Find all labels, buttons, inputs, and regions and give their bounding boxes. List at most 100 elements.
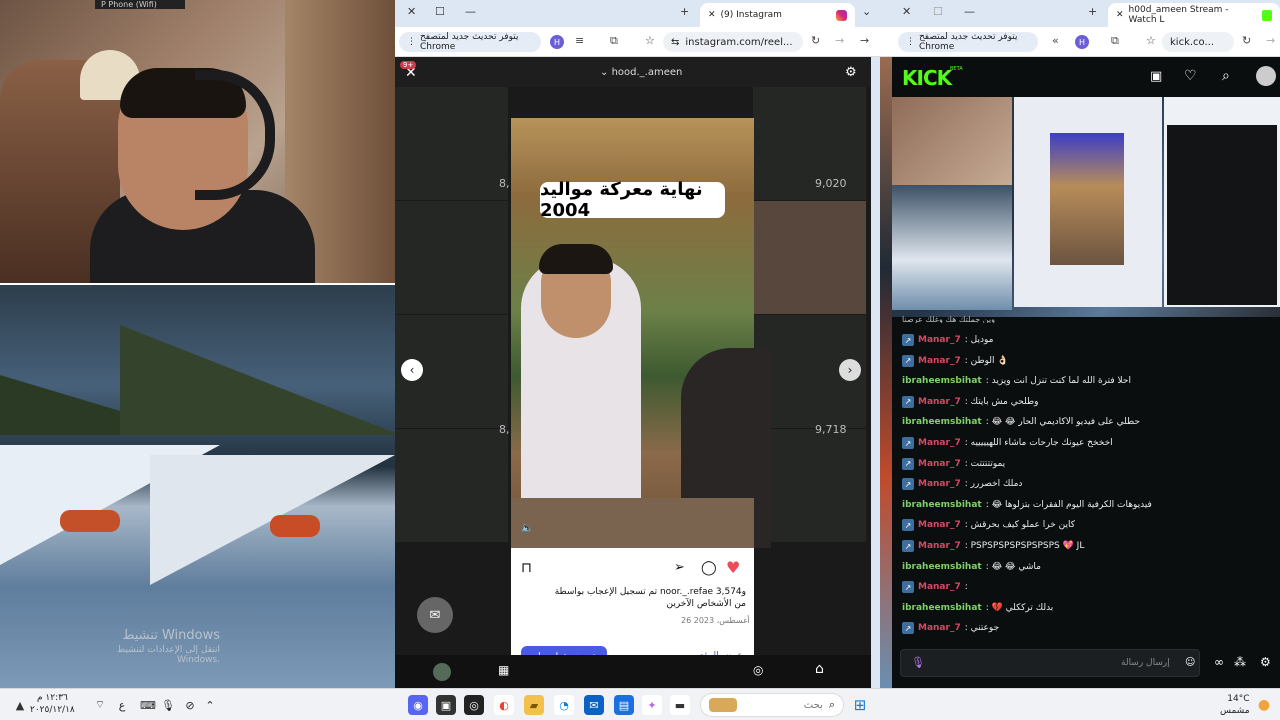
reels-nav-icon[interactable]: ▦ [498, 663, 509, 677]
terminal-icon[interactable]: ▬ [670, 695, 690, 715]
explore-nav-icon[interactable]: ◎ [753, 663, 763, 677]
back-icon[interactable]: → [860, 34, 869, 47]
reading-list-icon[interactable]: ≡ [575, 34, 584, 47]
profile-avatar[interactable]: H [550, 35, 564, 49]
like-heart-icon[interactable]: ♥ [726, 558, 740, 577]
reload-icon[interactable]: ↻ [811, 34, 820, 47]
edge-icon[interactable]: ◔ [554, 695, 574, 715]
mute-tray-icon[interactable]: ⊘ [180, 695, 200, 715]
store-icon[interactable]: ▤ [614, 695, 634, 715]
reel-video[interactable]: نهاية معركة مواليد 2004 🔈 [511, 118, 771, 548]
chat-username[interactable]: ibraheemsbihat [902, 376, 982, 386]
chat-username[interactable]: Manar_7 [918, 582, 961, 592]
grid-thumb[interactable] [753, 87, 866, 200]
kick-logo[interactable]: KICK [902, 66, 952, 90]
reload-icon[interactable]: ↻ [1242, 34, 1251, 47]
chat-username[interactable]: Manar_7 [918, 520, 961, 530]
chat-username[interactable]: Manar_7 [918, 438, 961, 448]
minimize-icon[interactable]: — [465, 5, 476, 18]
grid-thumb[interactable] [753, 201, 866, 314]
mic-icon[interactable]: 🎙 [158, 695, 178, 715]
weather-widget[interactable]: 14°C مشمس [1220, 693, 1250, 717]
clock[interactable]: ١٢:٣٦ م ٢٠٢٥/١٢/١٨ [30, 692, 75, 716]
following-heart-icon[interactable]: ♡ [1184, 68, 1197, 84]
account-switcher[interactable]: ⌄ hood._.ameen [600, 67, 682, 78]
messages-fab[interactable]: ✉ [417, 597, 453, 633]
outlook-icon[interactable]: ✉ [584, 695, 604, 715]
copilot-icon[interactable]: ✦ [642, 695, 662, 715]
side-panel-icon[interactable]: « [1052, 34, 1059, 47]
profile-nav-icon[interactable] [433, 663, 451, 681]
home-nav-icon[interactable]: ⌂ [815, 661, 824, 677]
maximize-icon[interactable]: ☐ [933, 5, 943, 18]
chat-username[interactable]: ibraheemsbihat [902, 562, 982, 572]
users-icon[interactable]: ⁂ [1234, 655, 1246, 669]
new-tab-icon[interactable]: + [680, 5, 689, 18]
chat-username[interactable]: ibraheemsbihat [902, 417, 982, 427]
obs-icon[interactable]: ◎ [464, 695, 484, 715]
comment-icon[interactable]: ◯ [701, 560, 717, 576]
chrome-update-pill[interactable]: ⋮ يتوفر تحديث جديد لمتصفح Chrome [399, 32, 541, 52]
address-bar[interactable]: kick.co... [1162, 32, 1234, 52]
show-hidden-icon[interactable]: ⌃ [200, 695, 220, 715]
grid-thumb[interactable] [395, 201, 508, 314]
tab-instagram[interactable]: ✕ (9) Instagram [700, 3, 855, 27]
tab-close-icon[interactable]: ✕ [708, 10, 716, 20]
file-explorer-icon[interactable]: ▰ [524, 695, 544, 715]
stream-webcam-inset [892, 97, 1012, 185]
grid-thumb[interactable] [395, 87, 508, 200]
extensions-icon[interactable]: ⧉ [1111, 34, 1119, 48]
chat-settings-icon[interactable]: ⚙ [1260, 655, 1271, 669]
bookmark-star-icon[interactable]: ☆ [1146, 34, 1156, 47]
chat-username[interactable]: Manar_7 [918, 459, 961, 469]
chat-username[interactable]: ibraheemsbihat [902, 500, 982, 510]
browse-icon[interactable]: ▣ [1150, 69, 1162, 84]
start-windows-icon[interactable]: ⊞ [850, 695, 870, 715]
microphone-icon[interactable]: 🎙 [911, 656, 925, 669]
chat-input[interactable]: 🎙 إرسال رسالة ☺ [900, 649, 1200, 677]
maximize-icon[interactable]: ☐ [435, 5, 445, 18]
close-window-icon[interactable]: ✕ [902, 5, 911, 18]
chat-username[interactable]: Manar_7 [918, 541, 961, 551]
search-icon[interactable]: ⌕ [1222, 68, 1230, 84]
language-indicator[interactable]: ع [112, 695, 132, 715]
forward-icon[interactable]: → [1266, 34, 1275, 47]
taskbar-search[interactable]: بحث ⌕ [700, 693, 844, 717]
previous-reel-button[interactable]: ‹ [401, 359, 423, 381]
grid-thumb[interactable] [395, 429, 508, 542]
tab-kick[interactable]: ✕ h00d_ameen Stream - Watch L [1108, 3, 1280, 27]
chrome-icon[interactable]: ◐ [494, 695, 514, 715]
chrome-update-pill[interactable]: ⋮ يتوفر تحديث جديد لمتصفح Chrome [898, 32, 1038, 52]
chat-username[interactable]: Manar_7 [918, 479, 961, 489]
forward-icon[interactable]: → [835, 34, 844, 47]
chat-username[interactable]: Manar_7 [918, 623, 961, 633]
new-tab-icon[interactable]: + [1088, 5, 1097, 18]
subscriber-badge-icon: ↗ [902, 540, 914, 552]
wifi-icon[interactable]: ⌔ [90, 695, 110, 715]
bookmark-star-icon[interactable]: ☆ [645, 34, 655, 47]
profile-avatar[interactable]: H [1075, 35, 1089, 49]
tab-close-icon[interactable]: ✕ [1116, 10, 1124, 20]
chat-username[interactable]: ibraheemsbihat [902, 603, 982, 613]
keyboard-icon[interactable]: ⌨ [138, 695, 158, 715]
address-bar[interactable]: ⇆ instagram.com/reel... [663, 32, 803, 52]
minimize-icon[interactable]: — [964, 5, 975, 18]
save-icon[interactable]: ⊓ [521, 560, 532, 576]
share-icon[interactable]: ➢ [674, 560, 685, 575]
extensions-icon[interactable]: ⧉ [610, 34, 618, 48]
tab-search-icon[interactable]: ⌄ [862, 5, 871, 18]
next-reel-button[interactable]: › [839, 359, 861, 381]
chat-username[interactable]: Manar_7 [918, 335, 961, 345]
emoji-icon[interactable]: ☺ [1185, 657, 1195, 668]
capture-app-icon[interactable]: ▣ [436, 695, 456, 715]
close-window-icon[interactable]: ✕ [407, 5, 416, 18]
user-avatar[interactable] [1256, 66, 1276, 86]
notification-icon[interactable]: ▲ [10, 695, 30, 715]
chat-username[interactable]: Manar_7 [918, 356, 961, 366]
infinity-icon[interactable]: ∞ [1214, 655, 1224, 669]
stream-player[interactable] [892, 97, 1280, 317]
mute-icon[interactable]: 🔈 [521, 523, 533, 534]
chat-username[interactable]: Manar_7 [918, 397, 961, 407]
settings-icon[interactable]: ⚙ [845, 65, 857, 80]
discord-icon[interactable]: ◉ [408, 695, 428, 715]
